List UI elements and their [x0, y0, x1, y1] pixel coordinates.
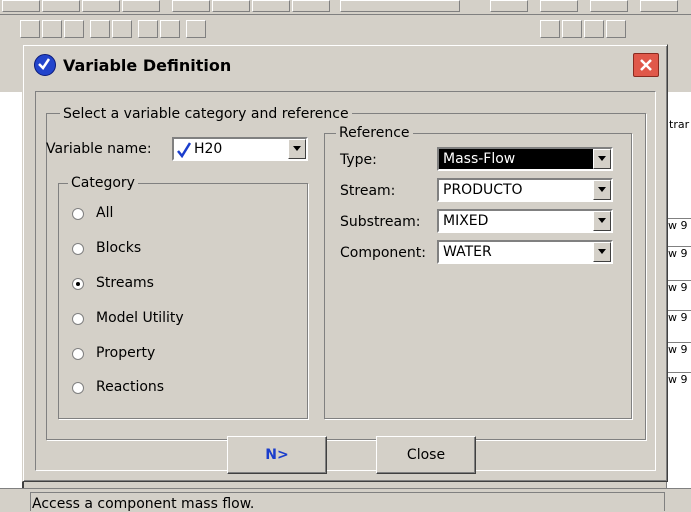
- type-label: Type:: [340, 152, 377, 168]
- substream-combobox[interactable]: MIXED: [437, 209, 613, 233]
- component-combobox[interactable]: WATER: [437, 240, 613, 264]
- toolbar-icon[interactable]: [584, 20, 604, 38]
- radio-button[interactable]: [72, 313, 84, 325]
- check-icon: [177, 142, 192, 162]
- toolbar-button[interactable]: [82, 0, 120, 12]
- reference-group-label: Reference: [336, 125, 413, 141]
- toolbar-button[interactable]: [172, 0, 210, 12]
- toolbar-button[interactable]: [2, 0, 40, 12]
- stream-combobox[interactable]: PRODUCTO: [437, 178, 613, 202]
- variable-name-label: Variable name:: [46, 141, 152, 157]
- next-button[interactable]: N>: [227, 436, 327, 474]
- radio-label: Model Utility: [96, 310, 184, 326]
- table-cell: w 9: [668, 342, 691, 370]
- radio-label: Reactions: [96, 379, 165, 395]
- toolbar-button[interactable]: [122, 0, 160, 12]
- close-button-label: Close: [406, 447, 446, 463]
- table-cell: w 9: [668, 310, 691, 338]
- table-cell: w 9: [668, 280, 691, 308]
- grid-icon[interactable]: [20, 20, 40, 38]
- dialog-title: Variable Definition: [63, 56, 232, 75]
- stream-label: Stream:: [340, 183, 396, 199]
- type-combobox[interactable]: Mass-Flow: [437, 147, 613, 171]
- stream-value: PRODUCTO: [443, 182, 523, 198]
- radio-label: Blocks: [96, 240, 142, 256]
- background-left-pane: [0, 92, 24, 511]
- radio-button[interactable]: [72, 382, 84, 394]
- background-toolbar-top: [0, 0, 691, 15]
- shape-icon[interactable]: [138, 20, 158, 38]
- rotate-right-icon[interactable]: [112, 20, 132, 38]
- chevron-down-icon[interactable]: [593, 211, 611, 231]
- variable-name-combobox[interactable]: H20: [172, 137, 308, 161]
- toolbar-button[interactable]: [42, 0, 80, 12]
- substream-label: Substream:: [340, 214, 421, 230]
- toolbar-button[interactable]: [252, 0, 290, 12]
- substream-value: MIXED: [443, 213, 489, 229]
- reference-group-box: [324, 133, 632, 419]
- status-text: Access a component mass flow.: [32, 496, 255, 512]
- background-toolbar-second: [0, 16, 691, 40]
- toolbar-button[interactable]: [340, 0, 460, 12]
- chevron-down-icon[interactable]: [288, 139, 306, 159]
- toolbar-button[interactable]: [212, 0, 250, 12]
- pointer-icon[interactable]: [186, 20, 206, 38]
- toolbar-icon[interactable]: [606, 20, 626, 38]
- toolbar-icon[interactable]: [562, 20, 582, 38]
- chevron-down-icon[interactable]: [593, 180, 611, 200]
- column-header: trar: [669, 118, 690, 131]
- toolbar-button[interactable]: [292, 0, 330, 12]
- toolbar-button[interactable]: [540, 0, 578, 12]
- table-cell: w 9: [668, 246, 691, 274]
- rotate-left-icon[interactable]: [90, 20, 110, 38]
- shape-icon[interactable]: [160, 20, 180, 38]
- next-button-label: N>: [265, 447, 289, 463]
- main-group-label: Select a variable category and reference: [60, 106, 352, 122]
- radio-button[interactable]: [72, 243, 84, 255]
- toolbar-button[interactable]: [590, 0, 628, 12]
- toolbar-icon[interactable]: [540, 20, 560, 38]
- radio-button[interactable]: [72, 348, 84, 360]
- close-icon[interactable]: [633, 53, 659, 77]
- close-button[interactable]: Close: [376, 436, 476, 474]
- toolbar-button[interactable]: [490, 0, 528, 12]
- radio-label: All: [96, 205, 114, 221]
- split-icon[interactable]: [64, 20, 84, 38]
- toolbar-button[interactable]: [640, 0, 678, 12]
- category-group-label: Category: [68, 175, 138, 191]
- radio-button[interactable]: [72, 208, 84, 220]
- table-icon[interactable]: [42, 20, 62, 38]
- component-value: WATER: [443, 244, 492, 260]
- radio-label: Property: [96, 345, 156, 361]
- checkmark-icon: [34, 54, 56, 76]
- chevron-down-icon[interactable]: [593, 149, 611, 169]
- component-label: Component:: [340, 245, 426, 261]
- type-value: Mass-Flow: [443, 151, 516, 167]
- radio-label: Streams: [96, 275, 154, 291]
- dialog-title-bar[interactable]: Variable Definition: [25, 47, 665, 87]
- radio-button-selected[interactable]: [72, 278, 84, 290]
- variable-name-value: H20: [194, 141, 223, 157]
- table-cell: w 9: [668, 372, 691, 400]
- table-cell: w 9: [668, 218, 691, 246]
- chevron-down-icon[interactable]: [593, 242, 611, 262]
